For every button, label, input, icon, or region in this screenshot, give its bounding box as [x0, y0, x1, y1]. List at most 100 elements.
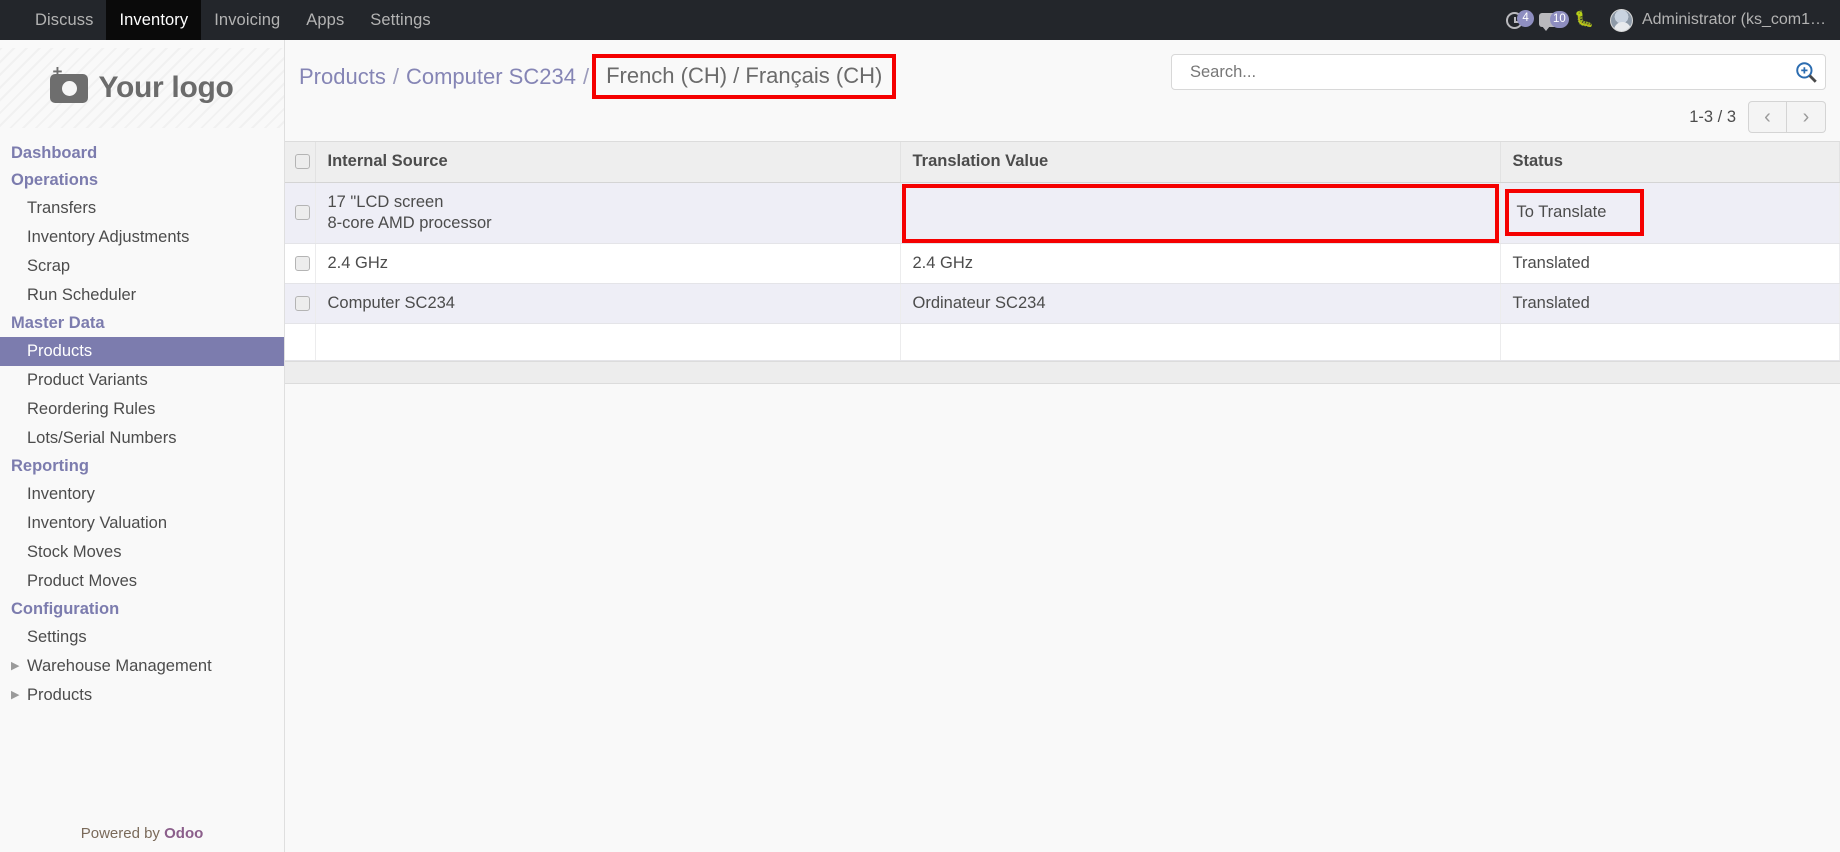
sidebar-section-reporting[interactable]: Reporting — [0, 453, 284, 480]
sidebar-section-configuration[interactable]: Configuration — [0, 596, 284, 623]
column-header-translation-value[interactable]: Translation Value — [900, 142, 1501, 183]
sidebar-item-reordering-rules[interactable]: Reordering Rules — [0, 395, 284, 424]
search-zoom-icon[interactable] — [1793, 59, 1819, 85]
nav-item-settings[interactable]: Settings — [357, 0, 443, 40]
nav-item-discuss[interactable]: Discuss — [22, 0, 106, 40]
table-row[interactable]: 2.4 GHz 2.4 GHz Translated — [285, 243, 1840, 284]
sidebar-item-scrap[interactable]: Scrap — [0, 252, 284, 281]
status-badge: To Translate — [1504, 189, 1645, 236]
sidebar-item-product-moves[interactable]: Product Moves — [0, 567, 284, 596]
nav-item-inventory[interactable]: Inventory — [106, 0, 202, 40]
cell-status: Translated — [1500, 243, 1840, 284]
camera-add-icon — [50, 63, 89, 103]
sidebar-item-warehouse-management[interactable]: ▶ Warehouse Management — [0, 652, 284, 681]
chevron-right-icon: ▶ — [11, 689, 20, 701]
sidebar-item-products[interactable]: Products — [0, 337, 284, 366]
sidebar-menu: Dashboard Operations Transfers Inventory Ad… — [0, 138, 284, 825]
cell-status: To Translate — [1500, 182, 1840, 244]
messaging-menu[interactable]: 10 — [1539, 11, 1569, 31]
cell-translation-value[interactable] — [900, 182, 1501, 244]
nav-item-invoicing[interactable]: Invoicing — [201, 0, 293, 40]
column-header-internal-source[interactable]: Internal Source — [315, 142, 901, 183]
messages-badge: 10 — [1550, 11, 1569, 28]
row-select-cell — [285, 283, 316, 324]
app-menu: Discuss Inventory Invoicing Apps Settings — [0, 0, 444, 40]
sidebar-item-label: Settings — [27, 628, 87, 646]
sidebar-item-run-scheduler[interactable]: Run Scheduler — [0, 281, 284, 310]
sidebar-item-products[interactable]: ▶ Products — [0, 681, 284, 710]
sidebar-item-inventory[interactable]: Inventory — [0, 480, 284, 509]
row-checkbox[interactable] — [295, 255, 310, 271]
user-name: Administrator (ks_com1… — [1641, 11, 1826, 28]
breadcrumb: Products / Computer SC234/French (CH) / Fr… — [299, 54, 897, 99]
table-row[interactable]: Computer SC234 Ordinateur SC234 Translated — [285, 283, 1840, 324]
cell-internal-source: 17 "LCD screen 8-core AMD processor — [315, 182, 901, 244]
table-row[interactable]: 17 "LCD screen 8-core AMD processor To Tra… — [285, 182, 1840, 244]
filler-cell — [1500, 323, 1840, 361]
avatar — [1609, 8, 1633, 32]
pager-previous-button[interactable]: ‹ — [1748, 101, 1787, 133]
internal-source-line: 8-core AMD processor — [327, 213, 492, 232]
powered-by-label: Powered by — [80, 825, 160, 842]
control-panel: Products / Computer SC234/French (CH) / Fr… — [285, 40, 1840, 133]
sidebar-item-transfers[interactable]: Transfers — [0, 194, 284, 223]
search-input[interactable] — [1188, 61, 1793, 83]
cell-translation-value[interactable]: 2.4 GHz — [900, 243, 1501, 284]
systray: 4 10 🐛 Administrator (ks_com1… — [1506, 0, 1840, 40]
sidebar-item-label: Inventory Adjustments — [27, 228, 190, 246]
internal-source-line: Computer SC234 — [327, 293, 455, 312]
sidebar-item-label: Inventory — [27, 485, 95, 503]
breadcrumb-item-french-ch-fran-ais-ch: French (CH) / Français (CH) — [592, 54, 897, 99]
top-navbar: Discuss Inventory Invoicing Apps Settings 4 … — [0, 0, 1840, 40]
sidebar-item-label: Product Variants — [27, 371, 148, 389]
odoo-brand-link[interactable]: Odoo — [164, 825, 203, 842]
sidebar-item-label: Stock Moves — [27, 543, 122, 561]
main-content: Products / Computer SC234/French (CH) / Fr… — [285, 40, 1840, 852]
sidebar-item-inventory-adjustments[interactable]: Inventory Adjustments — [0, 223, 284, 252]
sidebar-item-label: Reordering Rules — [27, 400, 156, 418]
user-menu[interactable]: Administrator (ks_com1… — [1609, 8, 1826, 32]
list-footer-bar — [285, 360, 1840, 384]
search-panel: 1-3 / 3 ‹ › — [1171, 54, 1826, 133]
logo-text: Your logo — [98, 71, 234, 104]
cell-translation-value[interactable]: Ordinateur SC234 — [900, 283, 1501, 324]
sidebar-item-label: Product Moves — [27, 572, 138, 590]
activity-badge: 4 — [1517, 9, 1535, 27]
sidebar-item-label: Products — [27, 342, 93, 360]
sidebar-item-inventory-valuation[interactable]: Inventory Valuation — [0, 509, 284, 538]
bug-icon[interactable]: 🐛 — [1574, 12, 1594, 28]
sidebar-item-label: Lots/Serial Numbers — [27, 429, 177, 447]
breadcrumb-item-products[interactable]: Products — [299, 64, 386, 90]
sidebar-section-dashboard[interactable]: Dashboard — [0, 140, 284, 167]
sidebar-section-operations[interactable]: Operations — [0, 167, 284, 194]
sidebar-section-master-data[interactable]: Master Data — [0, 310, 284, 337]
breadcrumb-separator: / — [582, 63, 590, 89]
select-all-checkbox[interactable] — [295, 154, 310, 170]
pager: 1-3 / 3 ‹ › — [1689, 101, 1826, 133]
sidebar-item-lots-serial-numbers[interactable]: Lots/Serial Numbers — [0, 424, 284, 453]
translations-table: Internal Source Translation Value Status… — [285, 142, 1840, 361]
sidebar-item-stock-moves[interactable]: Stock Moves — [0, 538, 284, 567]
sidebar-item-label: Run Scheduler — [27, 286, 137, 304]
search-bar[interactable] — [1171, 54, 1826, 90]
activity-menu[interactable]: 4 — [1506, 9, 1535, 29]
column-header-status[interactable]: Status — [1500, 142, 1840, 183]
logo-placeholder[interactable]: Your logo — [0, 48, 284, 128]
sidebar: Your logo DashboardOperations Transfers In… — [0, 40, 285, 852]
pager-next-button[interactable]: › — [1787, 101, 1826, 133]
breadcrumb-item-computer-sc234[interactable]: Computer SC234 — [406, 64, 576, 90]
translation-value-text: Ordinateur SC234 — [912, 293, 1046, 312]
sidebar-item-label: Products — [27, 686, 93, 704]
filler-cell — [900, 323, 1501, 361]
sidebar-item-label: Inventory Valuation — [27, 514, 168, 532]
sidebar-item-label: Warehouse Management — [27, 657, 212, 675]
table-filler-row — [285, 323, 1840, 361]
row-checkbox[interactable] — [295, 295, 310, 311]
sidebar-item-product-variants[interactable]: Product Variants — [0, 366, 284, 395]
sidebar-item-settings[interactable]: Settings — [0, 623, 284, 652]
row-select-cell — [285, 182, 316, 244]
internal-source-line: 17 "LCD screen — [327, 192, 444, 211]
nav-item-apps[interactable]: Apps — [293, 0, 357, 40]
list-view: Internal Source Translation Value Status… — [285, 141, 1840, 384]
row-checkbox[interactable] — [295, 205, 310, 221]
